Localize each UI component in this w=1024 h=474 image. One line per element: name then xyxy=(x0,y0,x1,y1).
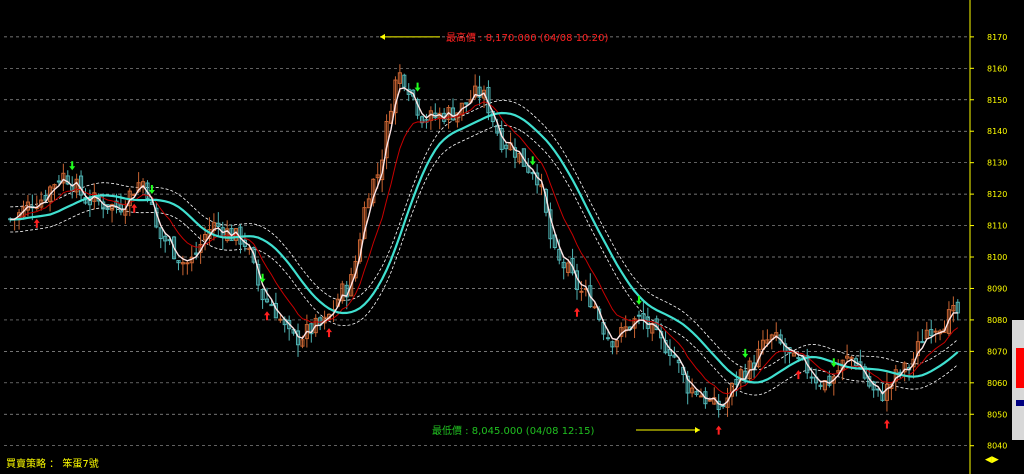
y-tick-label: 8160 xyxy=(987,64,1007,73)
side-panel-red xyxy=(1016,348,1024,388)
candle-body xyxy=(707,399,712,402)
strategy-text: 買賣策略 ： 笨蛋7號 xyxy=(6,459,99,470)
candle-body xyxy=(636,314,642,317)
y-tick-label: 8040 xyxy=(987,442,1007,451)
pager-arrows-icon[interactable]: ◀▶ xyxy=(985,455,999,465)
low-annotation-label: 最低價 : 8,045.000 (04/08 12:15) xyxy=(432,424,595,437)
y-tick-label: 8120 xyxy=(987,190,1007,199)
pager-control[interactable]: ◀▶ xyxy=(985,455,999,465)
y-tick-label: 8090 xyxy=(987,284,1007,293)
candle-body xyxy=(278,318,283,321)
side-panel-blue xyxy=(1016,400,1024,406)
side-panel xyxy=(1012,320,1024,440)
candle-body xyxy=(592,306,597,309)
y-tick-label: 8110 xyxy=(987,222,1007,231)
y-tick-label: 8080 xyxy=(987,316,1007,325)
candle-body xyxy=(605,337,611,340)
candle-body xyxy=(796,357,801,360)
y-tick-label: 8170 xyxy=(987,33,1007,42)
y-tick-label: 8150 xyxy=(987,96,1007,105)
y-tick-label: 8060 xyxy=(987,379,1007,388)
high-annotation-label: 最高價 : 8,170.000 (04/08 10:20) xyxy=(446,31,609,44)
candle-body xyxy=(809,376,814,379)
strategy-label: 買賣策略 ： 笨蛋7號 xyxy=(6,455,99,470)
y-tick-label: 8100 xyxy=(987,253,1007,262)
plot-background xyxy=(0,0,1024,474)
candle-body xyxy=(933,330,938,333)
candle-body xyxy=(579,290,584,293)
y-tick-label: 8050 xyxy=(987,410,1007,419)
candlestick-chart: 最高價 : 8,170.000 (04/08 10:20) 最低價 : 8,045… xyxy=(0,0,1024,474)
y-tick-label: 8070 xyxy=(987,347,1007,356)
candle-body xyxy=(185,262,190,265)
candle-body xyxy=(698,395,704,398)
y-tick-label: 8140 xyxy=(987,127,1007,136)
y-tick-label: 8130 xyxy=(987,159,1007,168)
